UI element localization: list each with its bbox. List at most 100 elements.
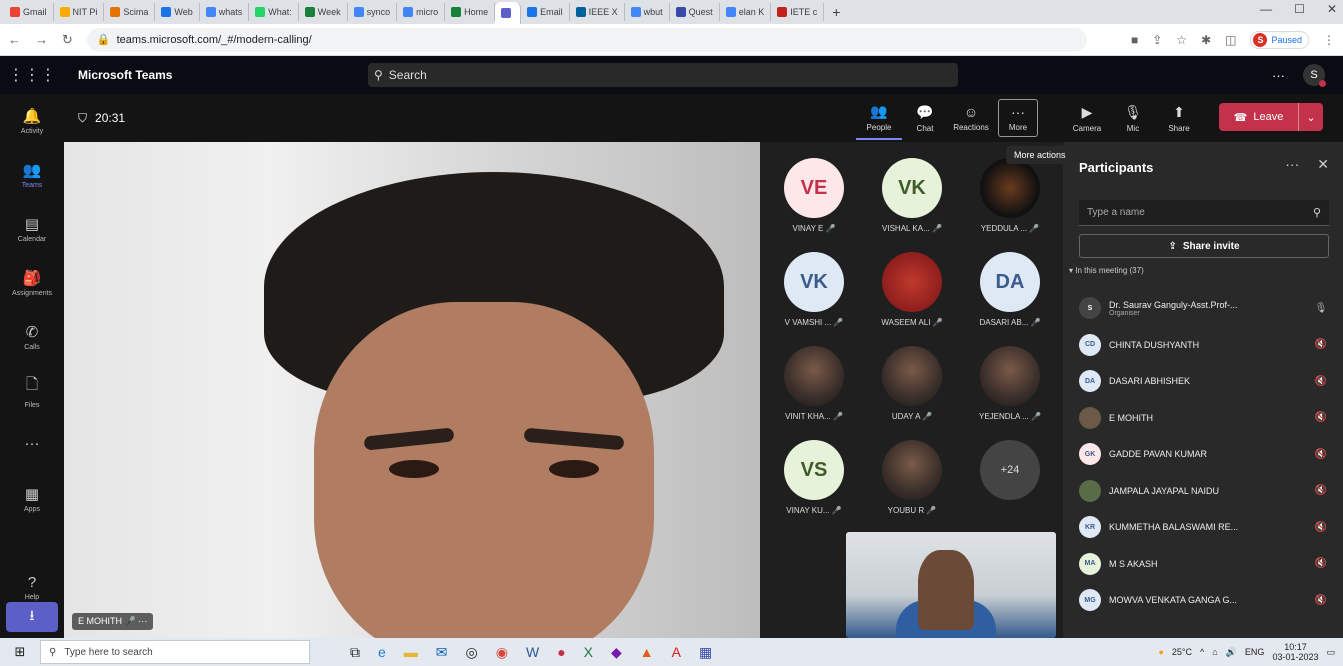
camera-blocked-icon[interactable]: ■ — [1131, 33, 1138, 47]
app-icon[interactable]: ◆ — [611, 644, 622, 661]
participant-row[interactable]: MA M S AKASH 🔇 — [1079, 546, 1329, 583]
gallery-tile[interactable]: VE VINAY E 🎤 — [766, 158, 862, 233]
browser-tab[interactable]: micro — [397, 3, 446, 21]
rail-item-files[interactable]: 🗋 Files — [0, 364, 64, 418]
maximize-icon[interactable]: ☐ — [1294, 2, 1305, 16]
notifications-icon[interactable]: ▭ — [1326, 647, 1335, 658]
browser-tab[interactable]: What: — [249, 3, 299, 21]
mic-button[interactable]: 🎙 Mic — [1110, 96, 1156, 140]
browser-menu-icon[interactable]: ⋮ — [1323, 33, 1335, 47]
app-launcher-icon[interactable]: ⋮⋮⋮ — [0, 65, 64, 85]
extensions-icon[interactable]: ✱ — [1201, 33, 1211, 47]
gallery-tile[interactable]: YEJENDLA ... 🎤 — [962, 346, 1058, 421]
clock[interactable]: 10:17 03-01-2023 — [1272, 642, 1318, 662]
in-meeting-section[interactable]: ▾ In this meeting (37) — [1069, 266, 1144, 275]
reactions-button[interactable]: ☺ Reactions — [948, 96, 994, 140]
gallery-tile[interactable]: +24 — [962, 440, 1058, 500]
share-invite-button[interactable]: ⇪ Share invite — [1079, 234, 1329, 258]
reload-icon[interactable]: ↻ — [62, 32, 73, 48]
gallery-tile[interactable]: VK VISHAL KA... 🎤 — [864, 158, 960, 233]
user-avatar[interactable]: S — [1303, 64, 1326, 87]
browser-tab[interactable]: elan K — [720, 3, 772, 21]
more-button[interactable]: ··· More — [998, 99, 1038, 137]
network-icon[interactable]: ⌂ — [1212, 647, 1217, 657]
rail-item-calls[interactable]: ✆ Calls — [0, 310, 64, 364]
back-icon[interactable]: ← — [8, 32, 21, 47]
edge-icon[interactable]: e — [378, 644, 386, 661]
forward-icon[interactable]: → — [35, 32, 48, 47]
participant-row[interactable]: CD CHINTA DUSHYANTH 🔇 — [1079, 327, 1329, 364]
taskbar-search-input[interactable]: ⚲ Type here to search — [40, 640, 310, 664]
chrome-icon[interactable]: ◉ — [496, 644, 508, 661]
gallery-tile[interactable]: VINIT KHA... 🎤 — [766, 346, 862, 421]
chevron-down-icon[interactable]: ⌄ — [1299, 111, 1323, 124]
close-icon[interactable]: ✕ — [1317, 156, 1329, 173]
gallery-tile[interactable]: UDAY A 🎤 — [864, 346, 960, 421]
gallery-tile[interactable]: YEDDULA ... 🎤 — [962, 158, 1058, 233]
people-button[interactable]: 👥 People — [856, 96, 902, 140]
gallery-tile[interactable]: WASEEM ALI 🎤 — [864, 252, 960, 327]
browser-tab[interactable]: Week — [299, 3, 348, 21]
minimize-icon[interactable]: — — [1260, 2, 1272, 16]
rail-item-calendar[interactable]: ▤ Calendar — [0, 202, 64, 256]
browser-tab[interactable]: wbut — [625, 3, 670, 21]
bookmark-star-icon[interactable]: ☆ — [1176, 33, 1187, 47]
task-view-icon[interactable]: ⧉ — [350, 644, 360, 661]
participant-row[interactable]: JAMPALA JAYAPAL NAIDU 🔇 — [1079, 473, 1329, 510]
gallery-tile[interactable]: VK V VAMSHI ... 🎤 — [766, 252, 862, 327]
profile-button[interactable]: S Paused — [1250, 30, 1309, 49]
browser-tab[interactable]: IETE c — [771, 3, 825, 21]
share-button[interactable]: ⬆ Share — [1156, 96, 1202, 140]
browser-tab[interactable]: synco — [348, 3, 398, 21]
participant-row[interactable]: E MOHITH 🔇 — [1079, 400, 1329, 437]
browser-tab[interactable]: Home — [445, 3, 496, 21]
participant-search-input[interactable]: Type a name ⚲ — [1079, 200, 1329, 226]
leave-button[interactable]: ☎ Leave ⌄ — [1219, 103, 1323, 131]
rail-item-activity[interactable]: 🔔 Activity — [0, 94, 64, 148]
rail-item-teams[interactable]: 👥 Teams — [0, 148, 64, 202]
browser-tab[interactable]: Email — [521, 3, 570, 21]
weather-text[interactable]: 25°C — [1172, 647, 1192, 657]
volume-icon[interactable]: 🔊 — [1226, 647, 1237, 658]
rail-item-more[interactable]: ··· — [0, 418, 64, 472]
browser-tab[interactable]: whats — [200, 3, 250, 21]
more-icon[interactable]: ··· — [138, 616, 147, 626]
browser-tab[interactable] — [495, 2, 522, 24]
gallery-tile[interactable]: DA DASARI AB... 🎤 — [962, 252, 1058, 327]
camera-button[interactable]: ▶ Camera — [1064, 96, 1110, 140]
rail-item-apps[interactable]: ▦ Apps — [0, 472, 64, 526]
sidepanel-icon[interactable]: ◫ — [1225, 33, 1236, 47]
dell-icon[interactable]: ◎ — [466, 644, 478, 661]
browser-tab[interactable]: Web — [155, 3, 200, 21]
participant-row[interactable]: GK GADDE PAVAN KUMAR 🔇 — [1079, 436, 1329, 473]
more-options-icon[interactable]: ··· — [1272, 68, 1285, 83]
gallery-tile[interactable]: YOUBU R 🎤 — [864, 440, 960, 515]
acrobat-icon[interactable]: A — [672, 644, 681, 661]
app-icon[interactable]: ▦ — [699, 644, 712, 661]
rail-item-assignments[interactable]: 🎒 Assignments — [0, 256, 64, 310]
gallery-tile[interactable]: VS VINAY KU... 🎤 — [766, 440, 862, 515]
app-icon[interactable]: ● — [557, 644, 565, 661]
search-input[interactable]: ⚲ Search — [368, 63, 958, 87]
new-tab-button[interactable]: + — [824, 4, 848, 20]
chat-button[interactable]: 💬 Chat — [902, 96, 948, 140]
more-options-icon[interactable]: ··· — [1285, 156, 1299, 173]
app-icon[interactable]: ▲ — [640, 644, 654, 661]
word-icon[interactable]: W — [526, 644, 539, 661]
mail-icon[interactable]: ✉ — [436, 644, 448, 661]
chevron-up-icon[interactable]: ^ — [1200, 647, 1204, 657]
file-explorer-icon[interactable]: ▬ — [404, 644, 418, 661]
participant-row[interactable]: S Dr. Saurav Ganguly-Asst.Prof-... Organis… — [1079, 290, 1329, 327]
browser-tab[interactable]: IEEE X — [570, 3, 625, 21]
participant-row[interactable]: KR KUMMETHA BALASWAMI RE... 🔇 — [1079, 509, 1329, 546]
participant-row[interactable]: MG MOWVA VENKATA GANGA G... 🔇 — [1079, 582, 1329, 619]
excel-icon[interactable]: X — [584, 644, 593, 661]
windows-start-icon[interactable]: ⊞ — [0, 644, 40, 660]
share-icon[interactable]: ⇪ — [1152, 33, 1162, 47]
close-icon[interactable]: ✕ — [1327, 2, 1337, 16]
browser-tab[interactable]: Quest — [670, 3, 720, 21]
self-view-video[interactable] — [846, 532, 1056, 638]
browser-tab[interactable]: Gmail — [4, 3, 54, 21]
weather-icon[interactable]: ● — [1158, 647, 1163, 657]
browser-tab[interactable]: NIT Pi — [54, 3, 105, 21]
